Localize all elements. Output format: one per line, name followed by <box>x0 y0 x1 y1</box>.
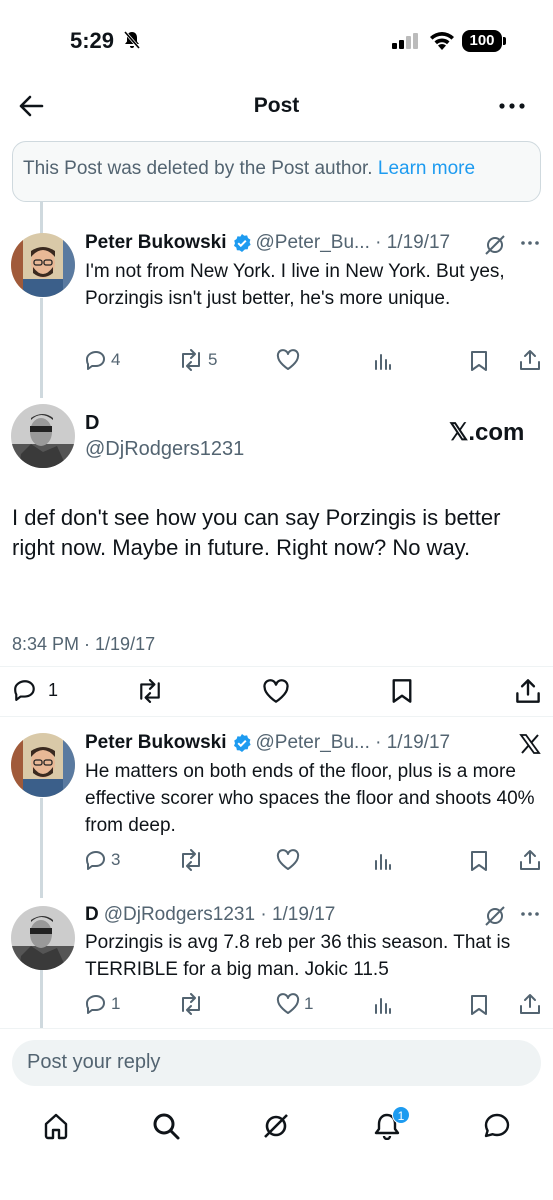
like-count: 1 <box>304 994 314 1013</box>
bottom-tab-bar <box>0 1095 553 1200</box>
bell-off-icon <box>123 31 141 49</box>
deleted-notice-text: This Post was deleted by the Post author… <box>23 158 373 179</box>
reply-icon <box>86 351 105 370</box>
tweet-text: Porzingis is avg 7.8 reb per 36 this sea… <box>85 932 511 980</box>
heart-icon <box>276 349 300 370</box>
tweet-header: Peter Bukowski @Peter_Bu... · 1/19/17 <box>85 232 450 254</box>
verified-badge-icon <box>233 734 251 752</box>
share-icon[interactable] <box>519 349 541 371</box>
reply-button[interactable]: 4 <box>85 349 120 371</box>
repost-icon[interactable] <box>135 679 165 703</box>
deleted-post-notice: This Post was deleted by the Post author… <box>12 141 541 202</box>
reply-count: 3 <box>111 850 121 869</box>
tweet-date: 1/19/17 <box>386 232 451 253</box>
cellular-signal-icon <box>392 33 418 49</box>
search-icon[interactable] <box>151 1111 181 1141</box>
tweet-header: Peter Bukowski @Peter_Bu... · 1/19/17 <box>85 732 450 754</box>
author-name[interactable]: D <box>85 412 99 435</box>
notifications-badge: 1 <box>392 1106 410 1124</box>
author-handle[interactable]: @DjRodgers1231 <box>85 438 244 461</box>
author-handle[interactable]: @DjRodgers1231 <box>104 904 255 926</box>
tweet-header: D @DjRodgers1231 · 1/19/17 <box>85 904 335 926</box>
battery-indicator: 100 <box>462 30 502 52</box>
like-button[interactable] <box>276 349 304 371</box>
avatar[interactable] <box>11 733 75 797</box>
post-timestamp: 8:34 PM · 1/19/17 <box>12 634 156 654</box>
grok-icon[interactable] <box>262 1112 290 1140</box>
reply-button[interactable]: 1 <box>12 678 58 702</box>
heart-icon[interactable] <box>262 679 290 704</box>
like-button[interactable]: 1 <box>276 993 313 1015</box>
reply-icon <box>14 680 35 701</box>
bookmark-icon[interactable] <box>470 850 488 872</box>
battery-tip <box>503 37 506 45</box>
tweet-text: I'm not from New York. I live in New Yor… <box>85 261 505 309</box>
main-post-text: I def don't see how you can say Porzingi… <box>12 505 501 560</box>
bookmark-icon[interactable] <box>470 994 488 1016</box>
views-icon[interactable] <box>373 351 393 371</box>
divider <box>0 716 553 717</box>
bookmark-icon[interactable] <box>470 350 488 372</box>
page-title: Post <box>253 94 300 117</box>
more-options-icon[interactable] <box>520 239 540 247</box>
author-name[interactable]: Peter Bukowski <box>85 732 227 754</box>
avatar[interactable] <box>11 906 75 970</box>
learn-more-link[interactable]: Learn more <box>378 158 475 179</box>
author-handle[interactable]: @Peter_Bu... <box>256 732 370 754</box>
divider <box>0 1028 553 1029</box>
reply-icon <box>86 851 105 870</box>
tweet-text: He matters on both ends of the floor, pl… <box>85 761 535 836</box>
grok-icon[interactable] <box>484 234 506 256</box>
reply-tweet[interactable]: Peter Bukowski @Peter_Bu... · 1/19/17 He… <box>0 725 553 895</box>
author-handle[interactable]: @Peter_Bu... <box>256 232 370 254</box>
share-icon[interactable] <box>519 849 541 871</box>
reply-count: 1 <box>48 679 59 700</box>
more-options-icon[interactable] <box>520 910 540 918</box>
tweet-date: 1/19/17 <box>271 904 336 925</box>
grok-icon[interactable] <box>484 905 506 927</box>
heart-icon <box>276 993 300 1014</box>
views-icon[interactable] <box>373 851 393 871</box>
share-icon[interactable] <box>515 678 541 704</box>
like-button[interactable] <box>276 849 304 871</box>
more-options-icon[interactable] <box>498 96 526 116</box>
share-icon[interactable] <box>519 993 541 1015</box>
dot-separator: · <box>255 904 272 925</box>
x-logo-icon <box>519 734 541 754</box>
repost-button[interactable] <box>178 993 208 1015</box>
status-time: 5:29 <box>70 28 115 53</box>
home-icon[interactable] <box>42 1112 70 1140</box>
verified-badge-icon <box>233 234 251 252</box>
reply-tweet[interactable]: Peter Bukowski @Peter_Bu... · 1/19/17 I'… <box>0 225 553 400</box>
heart-icon <box>276 849 300 870</box>
x-com-watermark: 𝕏.com <box>449 419 525 446</box>
status-bar: 5:29 100 <box>0 0 553 80</box>
reply-button[interactable]: 1 <box>85 993 120 1015</box>
author-name[interactable]: Peter Bukowski <box>85 232 227 254</box>
messages-icon[interactable] <box>483 1112 511 1140</box>
avatar[interactable] <box>11 233 75 297</box>
reply-input[interactable]: Post your reply <box>12 1040 541 1086</box>
reply-tweet[interactable]: D @DjRodgers1231 · 1/19/17 Porzingis is … <box>0 898 553 1028</box>
repost-button[interactable] <box>178 849 208 871</box>
avatar[interactable] <box>11 404 75 468</box>
reply-count: 4 <box>111 350 121 369</box>
reply-count: 1 <box>111 994 121 1013</box>
wifi-icon <box>430 32 454 50</box>
dot-separator: · <box>369 732 387 753</box>
repost-icon <box>182 993 200 1015</box>
reply-icon <box>86 995 105 1014</box>
repost-button[interactable]: 5 <box>178 349 217 371</box>
reply-button[interactable]: 3 <box>85 849 120 871</box>
repost-icon <box>182 349 200 371</box>
views-icon[interactable] <box>373 995 393 1015</box>
repost-icon <box>182 849 200 871</box>
divider <box>0 666 553 667</box>
bookmark-icon[interactable] <box>391 678 413 704</box>
repost-count: 5 <box>208 350 218 369</box>
tweet-date: 1/19/17 <box>386 732 451 753</box>
dot-separator: · <box>369 232 387 253</box>
author-name[interactable]: D <box>85 904 99 926</box>
